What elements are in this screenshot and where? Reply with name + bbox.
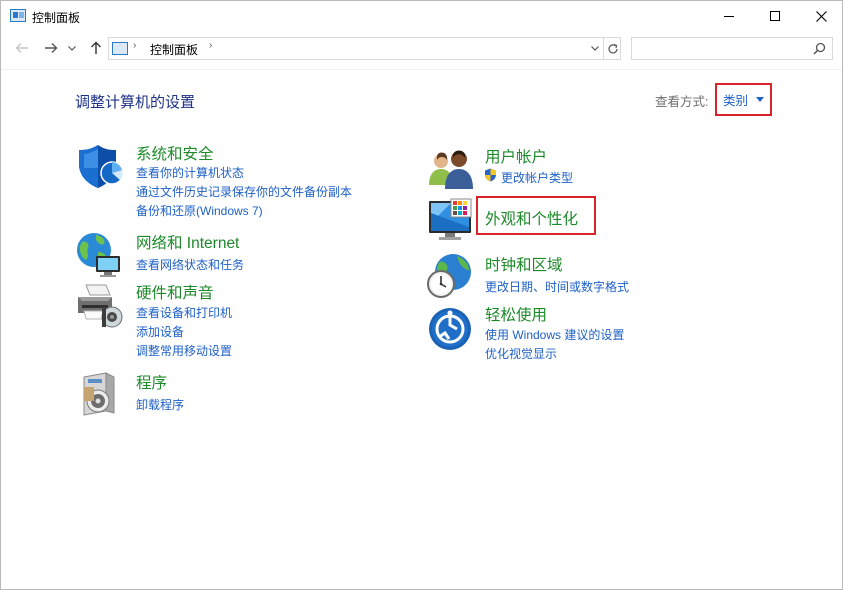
ease-of-access-icon[interactable] bbox=[427, 305, 475, 353]
users-icon[interactable] bbox=[427, 145, 475, 193]
link-view-network-status[interactable]: 查看网络状态和任务 bbox=[136, 256, 244, 273]
category-system-security[interactable]: 系统和安全 bbox=[136, 142, 214, 164]
title-bar: 控制面板 bbox=[1, 1, 842, 32]
link-view-computer-status[interactable]: 查看你的计算机状态 bbox=[136, 164, 244, 181]
forward-button[interactable] bbox=[41, 38, 61, 58]
category-programs[interactable]: 程序 bbox=[136, 371, 167, 393]
control-panel-window: 控制面板 › 控制面板 › 调整计算机的设置 查看方式: 类别 系统和安全 查看… bbox=[0, 0, 843, 590]
category-hardware-sound[interactable]: 硬件和声音 bbox=[136, 281, 214, 303]
link-view-devices-printers[interactable]: 查看设备和打印机 bbox=[136, 304, 232, 321]
minimize-icon bbox=[724, 15, 734, 17]
link-file-history-backup[interactable]: 通过文件历史记录保存你的文件备份副本 bbox=[136, 183, 352, 200]
dropdown-arrow-icon[interactable] bbox=[756, 97, 765, 102]
clock-globe-icon[interactable] bbox=[425, 252, 473, 300]
forward-arrow-icon bbox=[45, 43, 58, 53]
view-by-label: 查看方式: bbox=[655, 95, 709, 109]
refresh-icon bbox=[607, 43, 618, 53]
page-title: 调整计算机的设置 bbox=[75, 94, 196, 111]
search-input[interactable] bbox=[636, 40, 806, 57]
refresh-button[interactable] bbox=[603, 38, 621, 59]
view-by-dropdown[interactable]: 类别 bbox=[715, 83, 772, 116]
maximize-icon bbox=[770, 11, 780, 21]
chevron-down-icon bbox=[591, 46, 599, 51]
back-button[interactable] bbox=[12, 38, 32, 58]
navigation-bar: › 控制面板 › bbox=[1, 32, 842, 68]
control-panel-icon bbox=[112, 42, 128, 55]
chevron-down-icon bbox=[68, 45, 76, 51]
category-user-accounts[interactable]: 用户帐户 bbox=[485, 145, 547, 167]
category-ease-of-access[interactable]: 轻松使用 bbox=[485, 303, 547, 325]
close-icon bbox=[815, 10, 827, 22]
recent-locations-button[interactable] bbox=[65, 38, 79, 58]
category-appearance-personalization[interactable]: 外观和个性化 bbox=[485, 207, 578, 229]
uac-shield-icon bbox=[485, 168, 496, 182]
network-icon[interactable] bbox=[76, 230, 124, 278]
close-button[interactable] bbox=[798, 1, 843, 31]
link-change-account-type[interactable]: 更改帐户类型 bbox=[501, 169, 573, 186]
link-backup-restore-win7[interactable]: 备份和还原(Windows 7) bbox=[136, 202, 263, 219]
breadcrumb-separator[interactable]: › bbox=[209, 40, 212, 51]
up-arrow-icon bbox=[91, 41, 101, 54]
search-box[interactable] bbox=[631, 37, 833, 60]
back-arrow-icon bbox=[15, 43, 28, 53]
breadcrumb-control-panel[interactable]: 控制面板 bbox=[150, 41, 198, 58]
window-title: 控制面板 bbox=[32, 11, 81, 25]
link-change-date-time-format[interactable]: 更改日期、时间或数字格式 bbox=[485, 278, 629, 295]
programs-icon[interactable] bbox=[78, 371, 126, 419]
maximize-button[interactable] bbox=[752, 1, 798, 31]
view-by-value[interactable]: 类别 bbox=[723, 90, 748, 109]
control-panel-icon bbox=[10, 9, 26, 22]
search-icon[interactable] bbox=[813, 42, 826, 55]
category-clock-region[interactable]: 时钟和区域 bbox=[485, 253, 563, 275]
link-optimize-visual-display[interactable]: 优化视觉显示 bbox=[485, 345, 557, 362]
printer-icon[interactable] bbox=[76, 281, 124, 329]
toolbar-divider bbox=[1, 69, 842, 70]
up-button[interactable] bbox=[87, 38, 105, 58]
address-bar[interactable]: › 控制面板 › bbox=[108, 37, 621, 60]
link-windows-recommended-settings[interactable]: 使用 Windows 建议的设置 bbox=[485, 326, 624, 343]
breadcrumb-separator[interactable]: › bbox=[133, 40, 136, 51]
monitor-icon[interactable] bbox=[427, 197, 475, 245]
minimize-button[interactable] bbox=[706, 1, 752, 31]
link-add-device[interactable]: 添加设备 bbox=[136, 323, 184, 340]
link-uninstall-program[interactable]: 卸载程序 bbox=[136, 396, 184, 413]
category-network-internet[interactable]: 网络和 Internet bbox=[136, 231, 239, 253]
link-mobility-settings[interactable]: 调整常用移动设置 bbox=[136, 342, 232, 359]
address-dropdown-button[interactable] bbox=[586, 38, 603, 59]
shield-icon[interactable] bbox=[76, 142, 124, 190]
